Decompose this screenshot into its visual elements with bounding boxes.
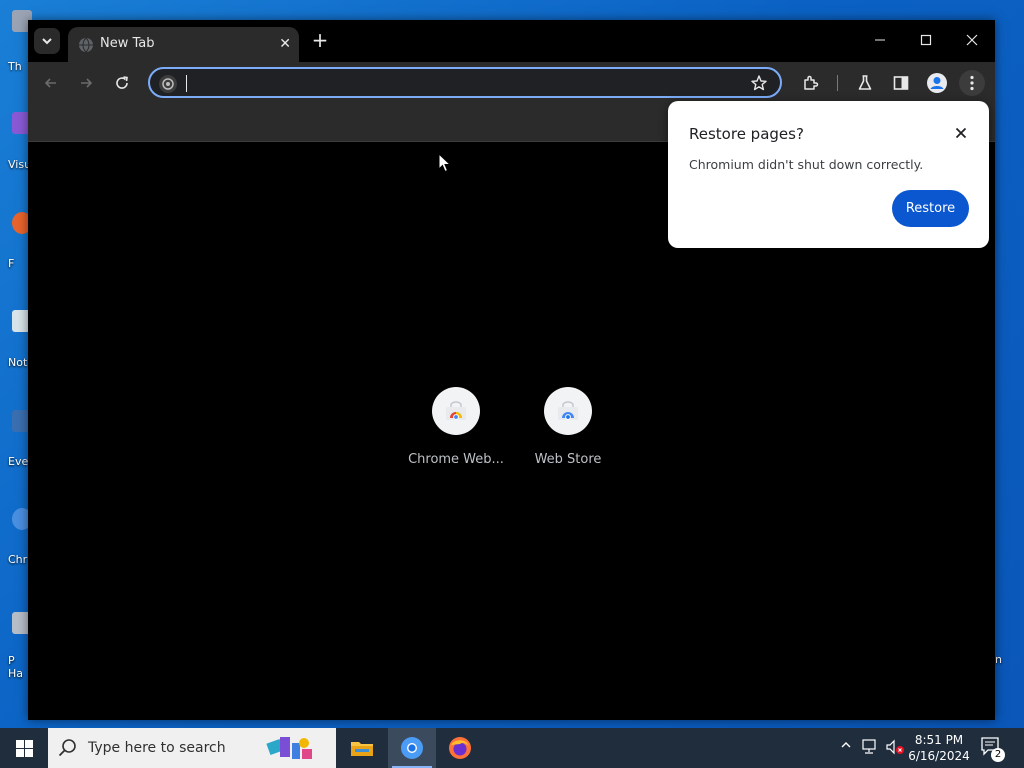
clock-time: 8:51 PM <box>914 733 964 747</box>
maximize-icon <box>920 34 932 46</box>
text-caret <box>186 75 187 92</box>
desktop-icon[interactable]: F <box>6 212 32 270</box>
arrow-right-icon <box>81 78 93 88</box>
more-vert-icon <box>970 75 974 91</box>
taskbar-search[interactable]: Type here to search <box>48 728 336 768</box>
network-button[interactable] <box>862 739 880 758</box>
shortcut-label: Chrome Web... <box>408 452 504 467</box>
reload-button[interactable] <box>109 70 135 96</box>
desktop-icon-label: Eve <box>8 455 29 468</box>
extensions-button[interactable] <box>798 70 824 96</box>
desktop-icon-label: Th <box>8 60 22 73</box>
minimize-button[interactable] <box>866 28 894 52</box>
desktop-icon[interactable]: Eve <box>6 410 32 468</box>
desktop-icon[interactable]: Not <box>6 310 32 369</box>
bookmark-star-button[interactable] <box>750 74 768 96</box>
shortcut-web-store[interactable]: Web Store <box>513 387 623 467</box>
desktop-icon-label: P Ha <box>8 654 24 680</box>
puzzle-icon <box>804 75 819 90</box>
restore-pages-dialog: Restore pages? Chromium didn't shut down… <box>668 101 989 248</box>
tab-new-tab[interactable]: New Tab ✕ <box>68 27 299 62</box>
shortcut-tile <box>432 387 480 435</box>
clock[interactable]: 8:51 PM 6/16/2024 <box>906 732 972 764</box>
start-button[interactable] <box>0 728 48 768</box>
forward-button[interactable] <box>73 70 99 96</box>
chromium-icon <box>401 737 423 759</box>
toolbar-divider <box>837 75 838 91</box>
avatar-icon <box>927 73 947 93</box>
dialog-message: Chromium didn't shut down correctly. <box>689 157 924 172</box>
windows-logo-icon <box>15 739 33 757</box>
firefox-taskbar-button[interactable] <box>436 728 484 768</box>
desktop-icon-label: Chr <box>8 553 28 566</box>
file-explorer-button[interactable] <box>338 728 386 768</box>
back-button[interactable] <box>38 70 64 96</box>
reload-icon <box>116 76 128 89</box>
side-panel-button[interactable] <box>888 70 914 96</box>
taskbar: Type here to search 8:51 PM 6/16/2024 2 <box>0 728 1024 768</box>
clock-date: 6/16/2024 <box>908 749 970 763</box>
address-input[interactable] <box>184 73 738 95</box>
menu-button[interactable] <box>959 70 985 96</box>
minimize-icon <box>875 39 885 41</box>
desktop-icon[interactable]: P Ha <box>6 612 32 680</box>
new-tab-button[interactable]: + <box>310 30 330 50</box>
maximize-button[interactable] <box>912 28 940 52</box>
notification-count-badge: 2 <box>991 748 1005 762</box>
dialog-close-button[interactable] <box>951 123 971 143</box>
search-placeholder: Type here to search <box>88 740 226 756</box>
chevron-down-icon <box>42 38 52 45</box>
volume-button[interactable] <box>886 739 906 758</box>
arrow-left-icon <box>44 78 56 88</box>
desktop-icon[interactable]: Visu <box>6 112 32 171</box>
tab-title: New Tab <box>100 36 155 51</box>
mouse-cursor-icon <box>438 153 452 173</box>
show-hidden-icons-button[interactable] <box>840 739 852 754</box>
desktop-icon[interactable]: Th <box>6 10 32 73</box>
folder-icon <box>351 742 373 756</box>
network-icon <box>862 739 876 754</box>
toolbar <box>28 62 995 104</box>
profile-button[interactable] <box>924 70 950 96</box>
shortcut-tile <box>544 387 592 435</box>
dialog-title: Restore pages? <box>689 125 804 143</box>
restore-button[interactable]: Restore <box>892 190 969 227</box>
title-bar: New Tab ✕ + <box>28 20 995 62</box>
star-icon <box>751 75 767 91</box>
close-icon <box>966 34 978 46</box>
tab-search-button[interactable] <box>34 28 60 54</box>
site-info-icon[interactable] <box>159 75 177 93</box>
search-icon <box>58 739 76 757</box>
close-icon <box>955 127 967 139</box>
globe-icon <box>79 37 93 53</box>
desktop-icon-label: Not <box>8 356 28 369</box>
volume-muted-icon <box>886 739 904 755</box>
search-highlight-icon <box>266 737 312 759</box>
chromium-taskbar-button[interactable] <box>388 728 436 768</box>
chromium-icon <box>162 78 174 90</box>
flask-icon <box>858 75 872 90</box>
address-bar[interactable] <box>148 67 782 98</box>
chevron-up-icon <box>841 742 851 748</box>
labs-button[interactable] <box>852 70 878 96</box>
side-panel-icon <box>893 76 909 90</box>
shortcut-label: Web Store <box>534 452 602 467</box>
firefox-icon <box>449 737 471 759</box>
close-tab-icon[interactable]: ✕ <box>279 36 291 52</box>
desktop-icon[interactable]: Chr <box>6 508 32 566</box>
desktop-icon-label: F <box>8 257 15 270</box>
web-store-icon <box>446 401 466 420</box>
shortcut-chrome-web-store[interactable]: Chrome Web... <box>401 387 511 467</box>
close-window-button[interactable] <box>958 28 986 52</box>
web-store-icon <box>558 401 578 420</box>
